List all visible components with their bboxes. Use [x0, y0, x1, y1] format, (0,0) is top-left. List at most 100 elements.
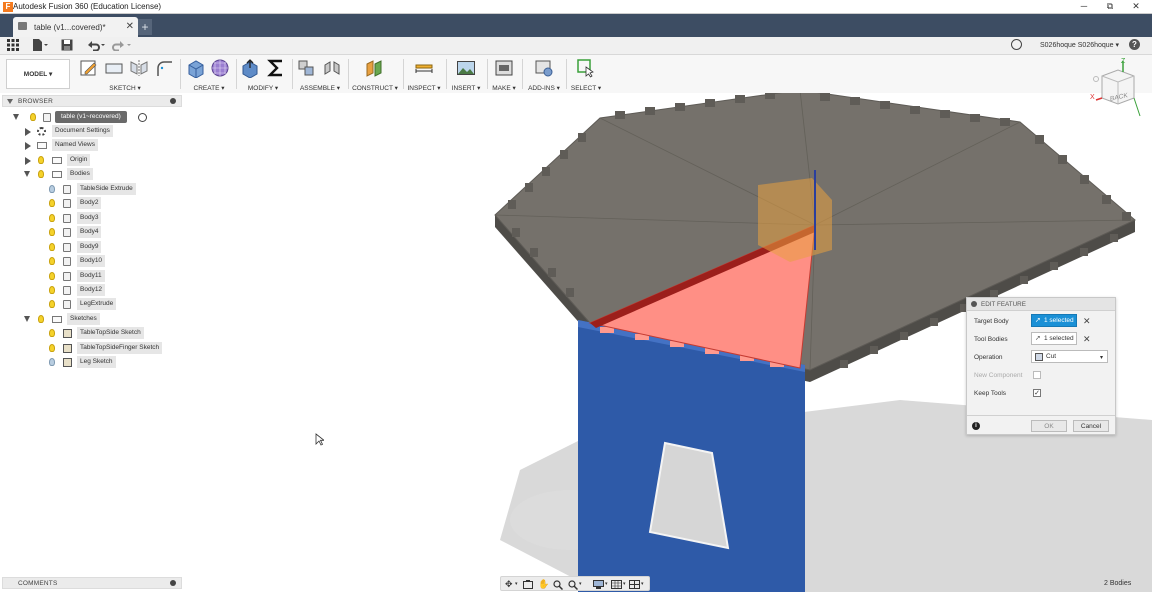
named-views-node[interactable]: Named Views	[22, 139, 172, 152]
construction-plane[interactable]	[758, 178, 832, 262]
body-item[interactable]: Body9	[46, 241, 176, 254]
select-arrow-icon[interactable]	[576, 58, 596, 78]
document-settings-node[interactable]: Document Settings	[22, 125, 172, 138]
job-status-clock-icon[interactable]	[1011, 39, 1022, 50]
make-group-label[interactable]: MAKE ▾	[489, 84, 519, 92]
expand-icon[interactable]	[25, 128, 31, 136]
3d-print-icon[interactable]	[494, 58, 514, 78]
keep-tools-checkbox[interactable]: ✓	[1033, 389, 1041, 397]
comments-header[interactable]: COMMENTS	[2, 577, 182, 589]
undo-icon[interactable]	[86, 39, 106, 55]
visibility-bulb-icon[interactable]	[49, 199, 55, 207]
sketch-item[interactable]: Leg Sketch	[46, 356, 176, 369]
file-menu-icon[interactable]	[32, 39, 48, 55]
expand-icon[interactable]	[25, 142, 31, 150]
bodies-folder-node[interactable]: Bodies	[22, 168, 172, 181]
data-panel-grid-icon[interactable]	[7, 39, 19, 55]
operation-dropdown[interactable]: Cut ▾	[1031, 350, 1108, 363]
visibility-bulb-icon[interactable]	[49, 272, 55, 280]
pin-comments-icon[interactable]	[170, 580, 176, 586]
visibility-bulb-icon[interactable]	[49, 358, 55, 366]
select-group-label[interactable]: SELECT ▾	[568, 84, 604, 92]
rectangle-sketch-icon[interactable]	[104, 58, 124, 78]
visibility-bulb-icon[interactable]	[49, 185, 55, 193]
visibility-bulb-icon[interactable]	[49, 286, 55, 294]
offset-plane-icon[interactable]	[364, 58, 384, 78]
origin-node[interactable]: Origin	[22, 154, 172, 167]
visibility-bulb-icon[interactable]	[49, 329, 55, 337]
addins-group-label[interactable]: ADD-INS ▾	[524, 84, 564, 92]
visibility-bulb-icon[interactable]	[49, 257, 55, 265]
viewports-icon[interactable]	[629, 580, 640, 591]
ok-button[interactable]: OK	[1031, 420, 1067, 432]
body-item[interactable]: Body3	[46, 212, 176, 225]
modify-group-label[interactable]: MODIFY ▾	[238, 84, 288, 92]
create-sketch-icon[interactable]	[79, 58, 99, 78]
measure-icon[interactable]	[414, 58, 434, 78]
clear-target-body-icon[interactable]: ✕	[1083, 316, 1091, 327]
user-account-menu[interactable]: S026hoque S026hoque ▾	[1040, 41, 1119, 49]
workspace-switcher[interactable]: MODEL ▾	[6, 59, 70, 89]
extrude-icon[interactable]	[186, 58, 206, 79]
expand-icon[interactable]	[25, 157, 31, 165]
visibility-bulb-icon[interactable]	[49, 243, 55, 251]
target-body-selector[interactable]: ➚ 1 selected	[1031, 314, 1077, 327]
chevron-down-icon[interactable]: ▾	[605, 581, 608, 587]
clear-tool-bodies-icon[interactable]: ✕	[1083, 334, 1091, 345]
scripts-addins-icon[interactable]	[534, 58, 554, 78]
chevron-down-icon[interactable]: ▾	[579, 581, 582, 587]
visibility-bulb-icon[interactable]	[49, 300, 55, 308]
joint-icon[interactable]	[322, 58, 342, 78]
pan-hand-icon[interactable]: ✋	[538, 579, 549, 590]
visibility-bulb-icon[interactable]	[38, 170, 44, 178]
cancel-button[interactable]: Cancel	[1073, 420, 1109, 432]
restore-button[interactable]: ⧉	[1103, 1, 1117, 12]
save-icon[interactable]	[61, 39, 73, 55]
visibility-bulb-icon[interactable]	[30, 113, 36, 121]
insert-group-label[interactable]: INSERT ▾	[448, 84, 484, 92]
document-tab[interactable]: table (v1...covered)* ✕	[13, 17, 138, 37]
sketch-item[interactable]: TableTopSide Sketch	[46, 327, 176, 340]
collapse-icon[interactable]	[24, 316, 30, 322]
zoom-window-icon[interactable]	[568, 580, 579, 592]
body-item[interactable]: Body11	[46, 270, 176, 283]
body-item[interactable]: Body2	[46, 197, 176, 210]
help-icon[interactable]: ?	[1129, 39, 1140, 50]
parameters-sigma-icon[interactable]	[266, 58, 286, 78]
look-at-icon[interactable]	[523, 580, 533, 591]
collapse-icon[interactable]	[13, 114, 19, 120]
new-tab-button[interactable]: +	[138, 19, 152, 35]
home-view-icon[interactable]	[1093, 76, 1099, 82]
chevron-down-icon[interactable]: ▾	[515, 581, 518, 587]
assemble-group-label[interactable]: ASSEMBLE ▾	[294, 84, 346, 92]
body-item[interactable]: TableSide Extrude	[46, 183, 176, 196]
view-cube[interactable]: BACK Z X	[1090, 58, 1142, 122]
pin-browser-icon[interactable]	[170, 98, 176, 104]
press-pull-icon[interactable]	[240, 58, 260, 79]
info-icon[interactable]: i	[972, 422, 980, 430]
minimize-button[interactable]: ─	[1077, 1, 1091, 11]
close-tab-icon[interactable]: ✕	[126, 21, 134, 32]
close-window-button[interactable]: ✕	[1129, 1, 1143, 12]
activate-radio-icon[interactable]	[138, 113, 147, 122]
visibility-bulb-icon[interactable]	[38, 315, 44, 323]
collapse-browser-icon[interactable]	[7, 99, 13, 104]
body-item[interactable]: LegExtrude	[46, 298, 176, 311]
body-item[interactable]: Body4	[46, 226, 176, 239]
create-group-label[interactable]: CREATE ▾	[184, 84, 234, 92]
visibility-bulb-icon[interactable]	[49, 344, 55, 352]
grid-snaps-icon[interactable]	[611, 580, 622, 591]
visibility-bulb-icon[interactable]	[49, 214, 55, 222]
body-item[interactable]: Body10	[46, 255, 176, 268]
sketch-group-label[interactable]: SKETCH ▾	[76, 84, 174, 92]
inspect-group-label[interactable]: INSPECT ▾	[405, 84, 443, 92]
minimize-dialog-icon[interactable]	[971, 301, 977, 307]
tool-bodies-selector[interactable]: ➚ 1 selected	[1031, 332, 1077, 345]
insert-image-icon[interactable]	[456, 58, 476, 78]
new-component-checkbox[interactable]	[1033, 371, 1041, 379]
collapse-icon[interactable]	[24, 171, 30, 177]
sketches-folder-node[interactable]: Sketches	[22, 313, 172, 326]
chevron-down-icon[interactable]: ▾	[623, 581, 626, 587]
browser-root-node[interactable]: table (v1~recovered)	[10, 111, 180, 124]
mirror-sketch-icon[interactable]	[129, 58, 149, 78]
